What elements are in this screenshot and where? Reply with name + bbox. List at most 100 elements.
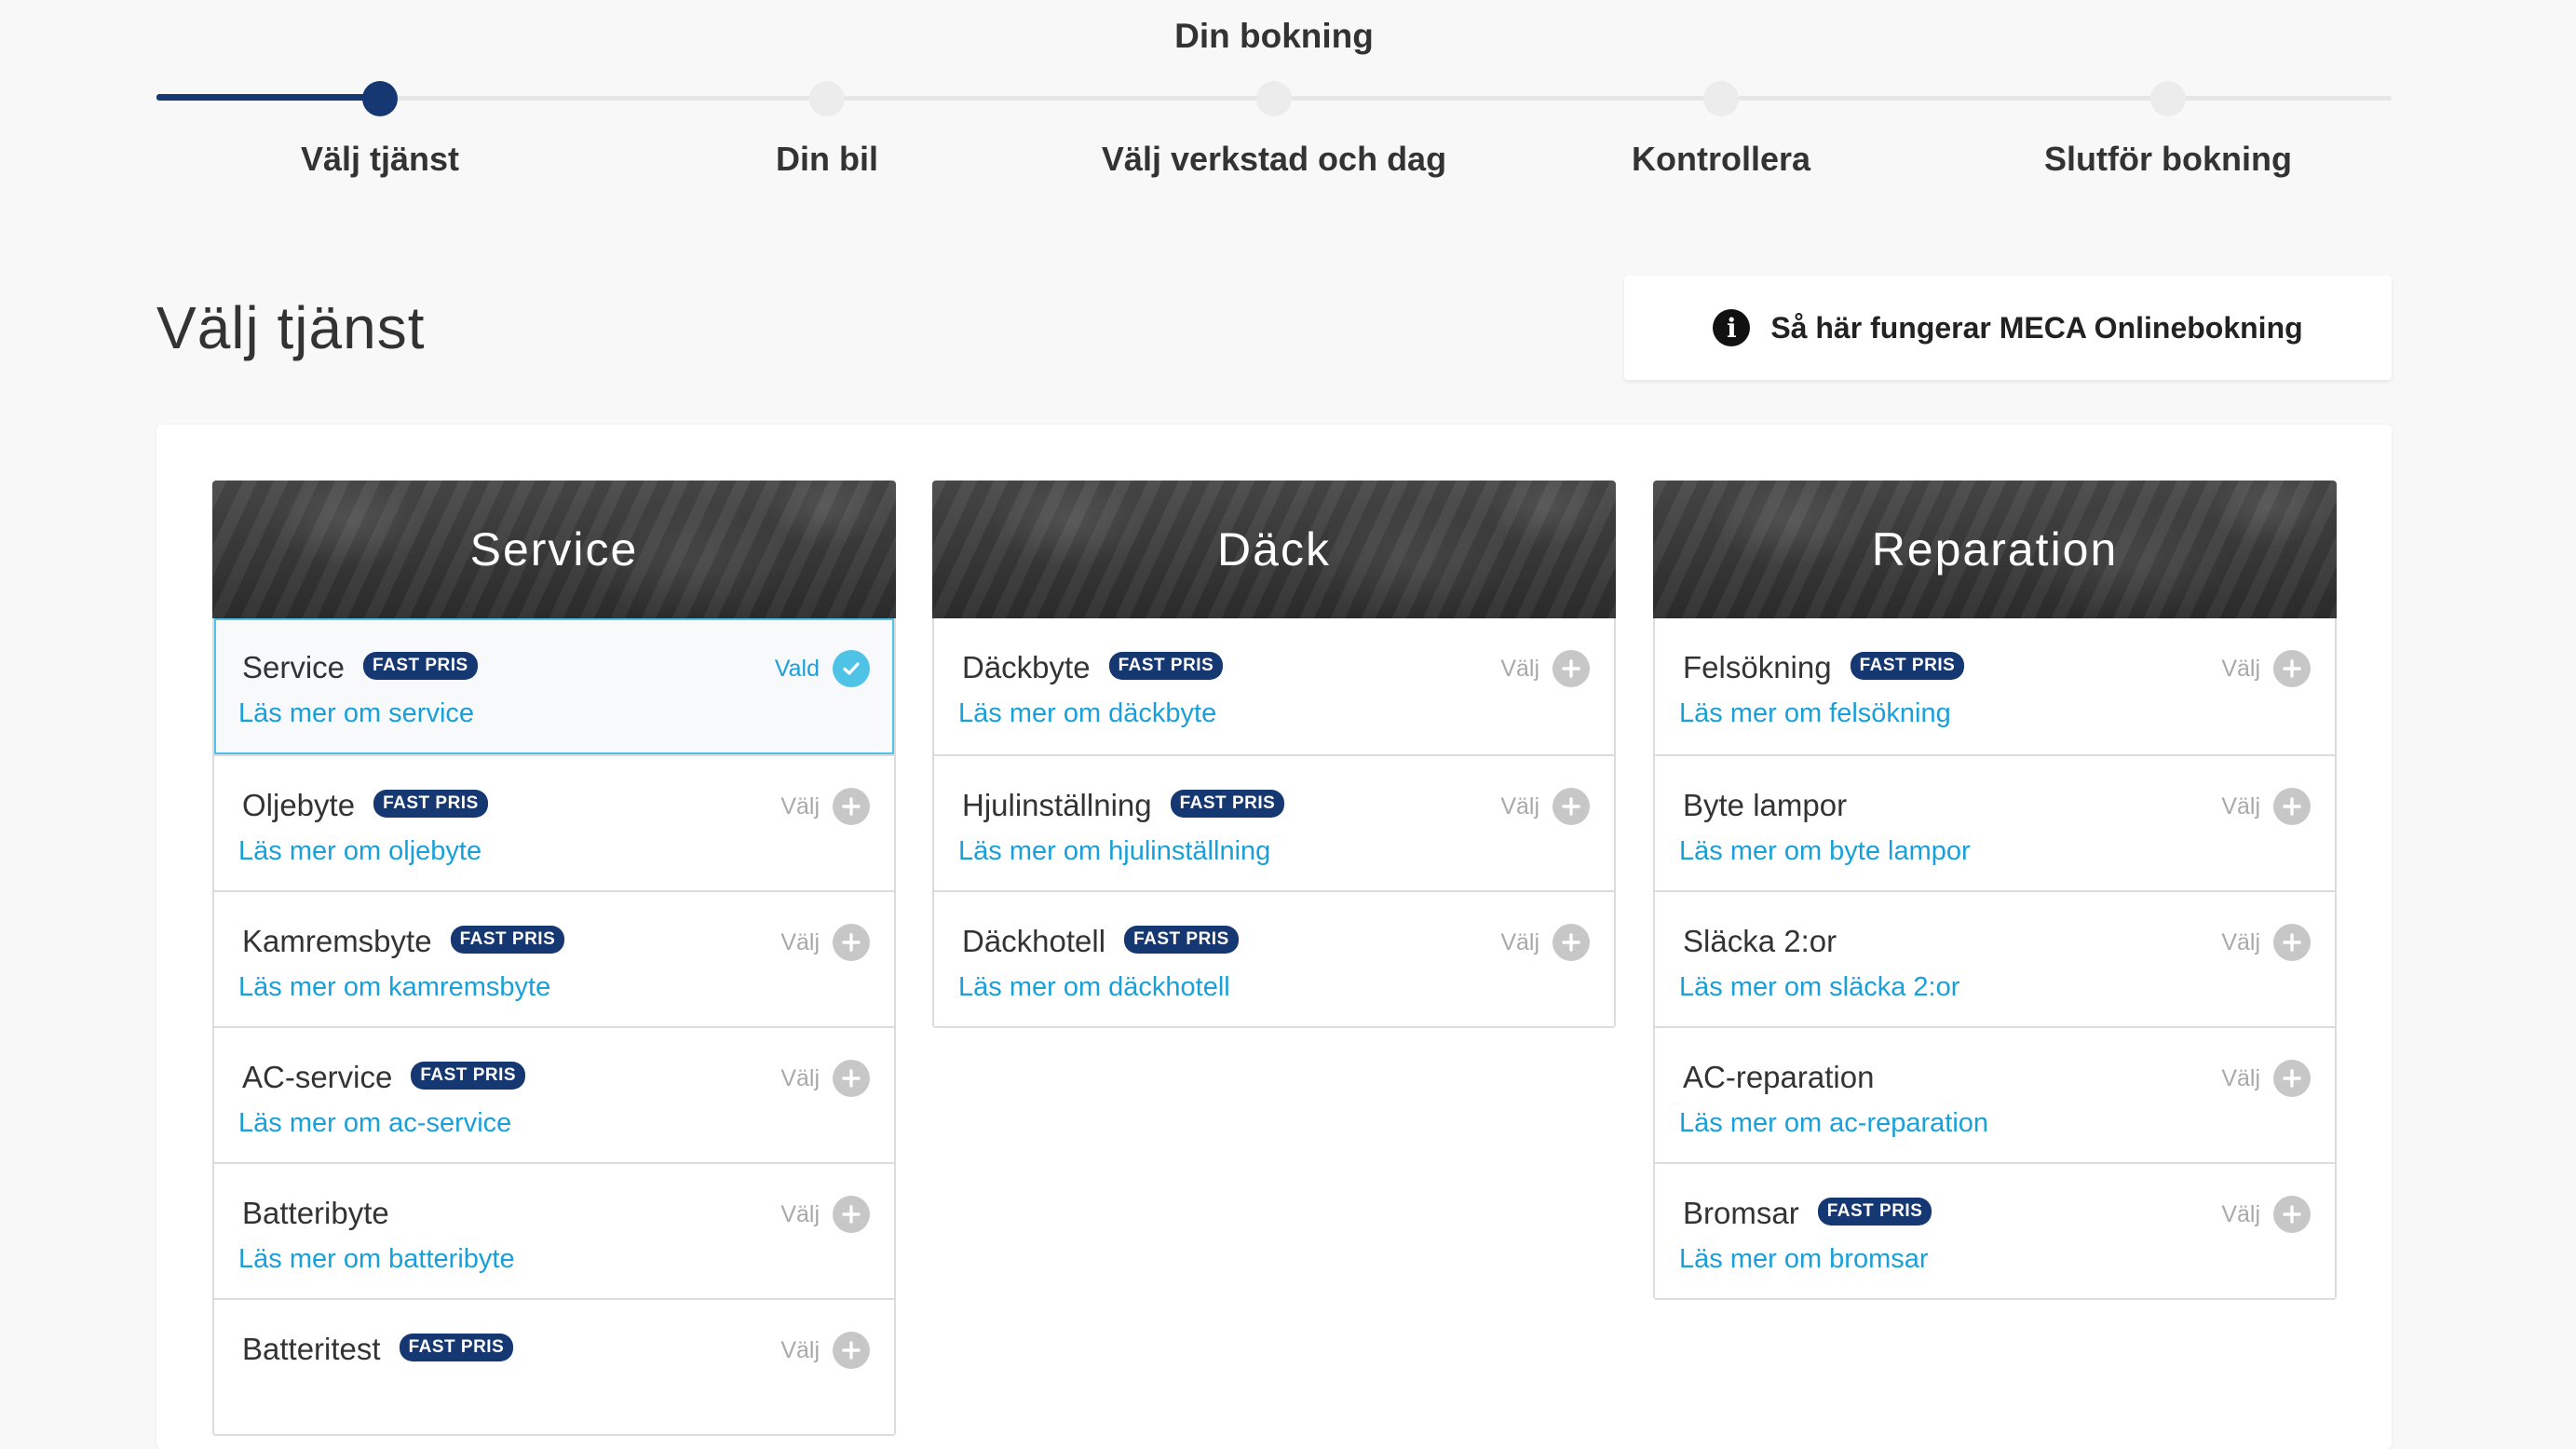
action-label: Välj xyxy=(780,792,820,819)
step-label-5: Slutför bokning xyxy=(2044,140,2292,178)
service-name-wrap: Oljebyte FAST PRIS xyxy=(242,788,488,823)
fast-price-badge: FAST PRIS xyxy=(399,1334,514,1362)
service-name: AC-reparation xyxy=(1683,1060,1875,1094)
service-item[interactable]: Däckhotell FAST PRIS Läs mer om däckhotell… xyxy=(934,890,1614,1026)
action-label: Välj xyxy=(1500,655,1539,682)
read-more-link[interactable]: Läs mer om däckhotell xyxy=(958,972,1230,1003)
service-item[interactable]: Kamremsbyte FAST PRIS Läs mer om kamremsby… xyxy=(214,890,894,1026)
select-button[interactable]: Välj xyxy=(780,1196,870,1233)
select-button[interactable]: Välj xyxy=(2221,788,2311,825)
service-name-wrap: AC-service FAST PRIS xyxy=(242,1060,526,1095)
service-item[interactable]: Hjulinställning FAST PRIS Läs mer om hjuli… xyxy=(934,754,1614,890)
service-name-wrap: Service FAST PRIS xyxy=(242,650,478,685)
plus-icon xyxy=(1552,924,1590,961)
step-label-3: Välj verkstad och dag xyxy=(1101,140,1447,178)
action-label: Välj xyxy=(2221,1200,2260,1227)
booking-title: Din bokning xyxy=(1174,17,1374,55)
read-more-link[interactable]: Läs mer om ac-service xyxy=(238,1108,511,1139)
service-item[interactable]: Felsökning FAST PRIS Läs mer om felsökning… xyxy=(1655,618,2335,754)
service-list: Däckbyte FAST PRIS Läs mer om däckbyte Välj… xyxy=(932,618,1616,1028)
select-button[interactable]: Välj xyxy=(1500,924,1590,961)
step-dot-4 xyxy=(1703,81,1739,116)
fast-price-badge: FAST PRIS xyxy=(1817,1198,1932,1226)
service-item[interactable]: AC-service FAST PRIS Läs mer om ac-service… xyxy=(214,1026,894,1162)
select-button[interactable]: Välj xyxy=(2221,924,2311,961)
action-label: Välj xyxy=(1500,928,1539,955)
service-name-wrap: Kamremsbyte FAST PRIS xyxy=(242,924,565,959)
action-label: Välj xyxy=(2221,792,2260,819)
service-name: Kamremsbyte xyxy=(242,924,432,958)
select-button[interactable]: Välj xyxy=(1500,650,1590,687)
action-label: Välj xyxy=(2221,928,2260,955)
service-item[interactable]: Batteribyte Läs mer om batteribyte Välj xyxy=(214,1162,894,1298)
read-more-link[interactable]: Läs mer om batteribyte xyxy=(238,1244,515,1275)
fast-price-badge: FAST PRIS xyxy=(373,790,488,819)
select-button[interactable]: Välj xyxy=(780,1060,870,1097)
select-button[interactable]: Välj xyxy=(2221,1060,2311,1097)
plus-icon xyxy=(1552,650,1590,687)
plus-icon xyxy=(2273,924,2311,961)
fast-price-badge: FAST PRIS xyxy=(450,926,565,955)
service-name-wrap: Batteritest FAST PRIS xyxy=(242,1332,514,1367)
service-list: Service FAST PRIS Läs mer om service Vald Ol… xyxy=(212,618,896,1436)
action-label: Välj xyxy=(780,928,820,955)
read-more-link[interactable]: Läs mer om däckbyte xyxy=(958,698,1216,729)
service-item[interactable]: Oljebyte FAST PRIS Läs mer om oljebyte Välj xyxy=(214,754,894,890)
select-button[interactable]: Välj xyxy=(780,924,870,961)
service-item[interactable]: Släcka 2:or Läs mer om släcka 2:or Välj xyxy=(1655,890,2335,1026)
read-more-link[interactable]: Läs mer om felsökning xyxy=(1679,698,1951,729)
read-more-link[interactable]: Läs mer om byte lampor xyxy=(1679,836,1971,867)
service-name-wrap: Däckbyte FAST PRIS xyxy=(962,650,1224,685)
read-more-link[interactable]: Läs mer om hjulinställning xyxy=(958,836,1270,867)
service-name: Släcka 2:or xyxy=(1683,924,1837,958)
action-label: Välj xyxy=(2221,655,2260,682)
plus-icon xyxy=(2273,788,2311,825)
category-title: Däck xyxy=(1217,523,1331,576)
service-name-wrap: Hjulinställning FAST PRIS xyxy=(962,788,1285,823)
service-item[interactable]: Däckbyte FAST PRIS Läs mer om däckbyte Välj xyxy=(934,618,1614,754)
fast-price-badge: FAST PRIS xyxy=(363,652,478,681)
fast-price-badge: FAST PRIS xyxy=(1170,790,1285,819)
service-item[interactable]: Service FAST PRIS Läs mer om service Vald xyxy=(214,618,894,754)
category-header: Service xyxy=(212,481,896,618)
service-name: Bromsar xyxy=(1683,1196,1799,1230)
how-it-works-button[interactable]: i Så här fungerar MECA Onlinebokning xyxy=(1624,276,2392,380)
service-item[interactable]: Batteritest FAST PRIS Välj xyxy=(214,1298,894,1434)
category-title: Reparation xyxy=(1871,523,2119,576)
read-more-link[interactable]: Läs mer om oljebyte xyxy=(238,836,481,867)
service-item[interactable]: Bromsar FAST PRIS Läs mer om bromsar Välj xyxy=(1655,1162,2335,1298)
step-dot-3 xyxy=(1256,81,1292,116)
step-dot-5 xyxy=(2150,81,2186,116)
read-more-link[interactable]: Läs mer om släcka 2:or xyxy=(1679,972,1959,1003)
service-name: Däckbyte xyxy=(962,650,1091,684)
service-name-wrap: Släcka 2:or xyxy=(1683,924,1837,959)
category-title: Service xyxy=(469,523,639,576)
select-button[interactable]: Välj xyxy=(1500,788,1590,825)
service-item[interactable]: AC-reparation Läs mer om ac-reparation Väl… xyxy=(1655,1026,2335,1162)
read-more-link[interactable]: Läs mer om bromsar xyxy=(1679,1244,1929,1275)
fast-price-badge: FAST PRIS xyxy=(1850,652,1965,681)
service-name: Däckhotell xyxy=(962,924,1106,958)
read-more-link[interactable]: Läs mer om kamremsbyte xyxy=(238,972,550,1003)
service-name-wrap: Byte lampor xyxy=(1683,788,1847,823)
category-column-reparation: Reparation Felsökning FAST PRIS Läs mer om … xyxy=(1653,481,2337,1300)
check-icon xyxy=(833,650,870,687)
select-button[interactable]: Välj xyxy=(2221,650,2311,687)
progress-fill xyxy=(156,94,380,101)
info-icon: i xyxy=(1713,309,1751,346)
select-button[interactable]: Välj xyxy=(2221,1196,2311,1233)
step-dot-2 xyxy=(809,81,845,116)
service-item[interactable]: Byte lampor Läs mer om byte lampor Välj xyxy=(1655,754,2335,890)
action-label: Välj xyxy=(2221,1064,2260,1091)
select-button[interactable]: Välj xyxy=(780,1332,870,1369)
selected-indicator[interactable]: Vald xyxy=(775,650,870,687)
service-name: Batteritest xyxy=(242,1332,381,1366)
action-label: Välj xyxy=(780,1200,820,1227)
service-name: Batteribyte xyxy=(242,1196,389,1230)
how-it-works-label: Så här fungerar MECA Onlinebokning xyxy=(1770,310,2303,345)
read-more-link[interactable]: Läs mer om ac-reparation xyxy=(1679,1108,1988,1139)
select-button[interactable]: Välj xyxy=(780,788,870,825)
read-more-link[interactable]: Läs mer om service xyxy=(238,698,474,729)
step-label-1: Välj tjänst xyxy=(300,140,460,178)
service-name: Oljebyte xyxy=(242,788,356,822)
